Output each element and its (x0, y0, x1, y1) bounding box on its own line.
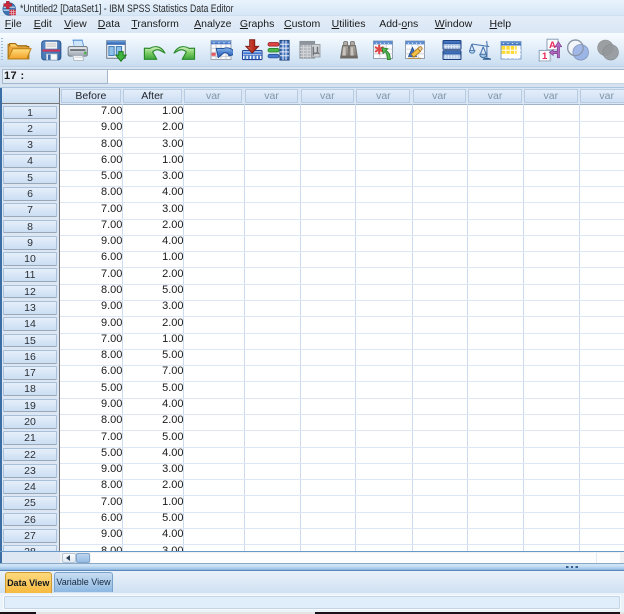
svg-text:1: 1 (542, 51, 548, 62)
svg-text:A: A (549, 40, 556, 51)
